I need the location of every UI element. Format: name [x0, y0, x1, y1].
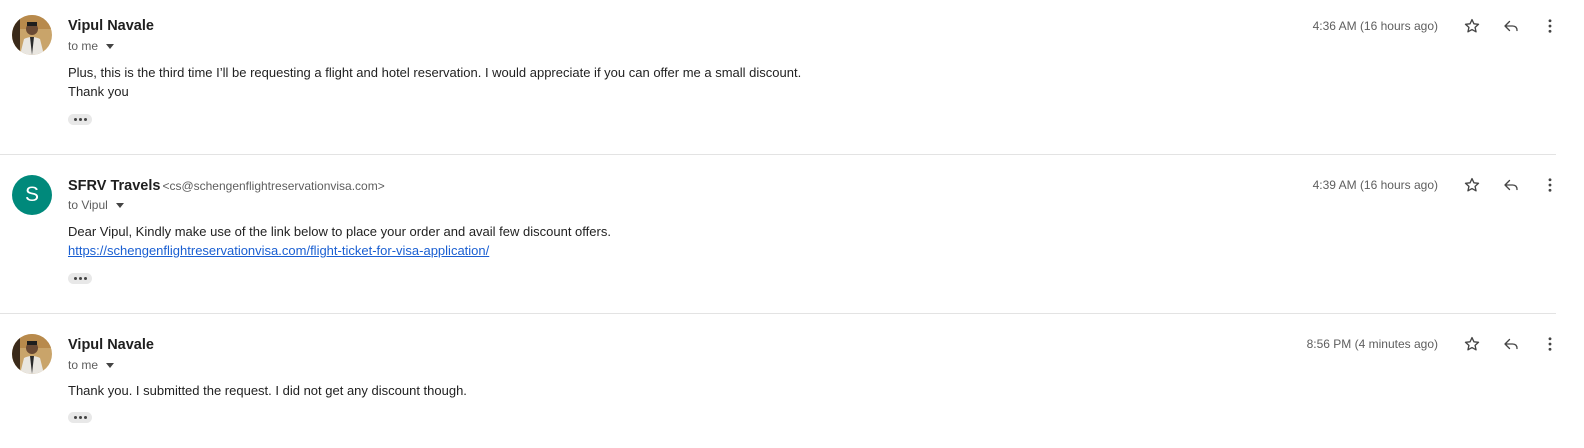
sender-name[interactable]: SFRV Travels	[68, 178, 160, 194]
more-vert-icon	[1548, 19, 1552, 33]
email-thread: Vipul Navale to me Plus, this is the thi…	[0, 0, 1584, 448]
sender-name[interactable]: Vipul Navale	[68, 18, 154, 34]
reply-button[interactable]	[1499, 14, 1523, 38]
message-body: Thank you. I submitted the request. I di…	[68, 381, 467, 400]
message-time: 4:39 AM (16 hours ago)	[1312, 178, 1438, 192]
show-trimmed-content-button[interactable]	[68, 114, 92, 125]
reply-icon	[1504, 20, 1518, 32]
show-trimmed-content-button[interactable]	[68, 412, 92, 423]
recipient-label: to me	[68, 39, 99, 53]
body-line: Plus, this is the third time I’ll be req…	[68, 65, 802, 80]
ellipsis-icon	[73, 277, 77, 280]
message-actions	[1444, 332, 1584, 356]
star-icon	[1464, 18, 1480, 33]
body-line: Thank you	[68, 84, 129, 99]
star-button[interactable]	[1460, 332, 1484, 356]
message-actions	[1444, 14, 1584, 38]
message-actions	[1444, 173, 1584, 197]
body-line: Thank you. I submitted the request. I di…	[68, 383, 467, 398]
body-link[interactable]: https://schengenflightreservationvisa.co…	[68, 243, 489, 258]
reply-icon	[1504, 179, 1518, 191]
chevron-down-icon[interactable]	[115, 202, 124, 208]
sender-line: Vipul Navale	[68, 17, 156, 35]
message-body: Dear Vipul, Kindly make use of the link …	[68, 222, 611, 260]
message-time: 4:36 AM (16 hours ago)	[1312, 19, 1438, 33]
message-body: Plus, this is the third time I’ll be req…	[68, 63, 801, 101]
more-options-button[interactable]	[1538, 332, 1562, 356]
message-card[interactable]: Vipul Navale to me Plus, this is the thi…	[0, 0, 1584, 155]
ellipsis-icon	[73, 118, 77, 121]
star-icon	[1464, 177, 1480, 192]
sender-line: SFRV Travels <cs@schengenflightreservatio…	[68, 177, 385, 195]
star-button[interactable]	[1460, 14, 1484, 38]
recipient-dropdown[interactable]: to me	[68, 358, 115, 372]
recipient-dropdown[interactable]: to me	[68, 39, 115, 53]
sender-line: Vipul Navale	[68, 336, 156, 354]
show-trimmed-content-button[interactable]	[68, 273, 92, 284]
recipient-label: to me	[68, 358, 99, 372]
avatar[interactable]: S	[12, 175, 52, 215]
more-vert-icon	[1548, 178, 1552, 192]
star-icon	[1464, 336, 1480, 351]
reply-button[interactable]	[1499, 173, 1523, 197]
avatar[interactable]	[12, 334, 52, 374]
sender-name[interactable]: Vipul Navale	[68, 337, 154, 353]
more-options-button[interactable]	[1538, 173, 1562, 197]
sender-email: <cs@schengenflightreservationvisa.com>	[162, 179, 385, 193]
reply-icon	[1504, 338, 1518, 350]
recipient-label: to Vipul	[68, 198, 108, 212]
body-line: Dear Vipul, Kindly make use of the link …	[68, 224, 611, 239]
recipient-dropdown[interactable]: to Vipul	[68, 198, 124, 212]
chevron-down-icon[interactable]	[106, 362, 115, 368]
chevron-down-icon[interactable]	[106, 43, 115, 49]
more-options-button[interactable]	[1538, 14, 1562, 38]
message-time: 8:56 PM (4 minutes ago)	[1306, 337, 1438, 351]
avatar[interactable]	[12, 15, 52, 55]
star-button[interactable]	[1460, 173, 1484, 197]
ellipsis-icon	[73, 416, 77, 419]
message-card[interactable]: Vipul Navale to me Thank you. I submitte…	[0, 314, 1584, 448]
message-card[interactable]: S SFRV Travels <cs@schengenflightreservat…	[0, 155, 1584, 314]
reply-button[interactable]	[1499, 332, 1523, 356]
more-vert-icon	[1548, 337, 1552, 351]
